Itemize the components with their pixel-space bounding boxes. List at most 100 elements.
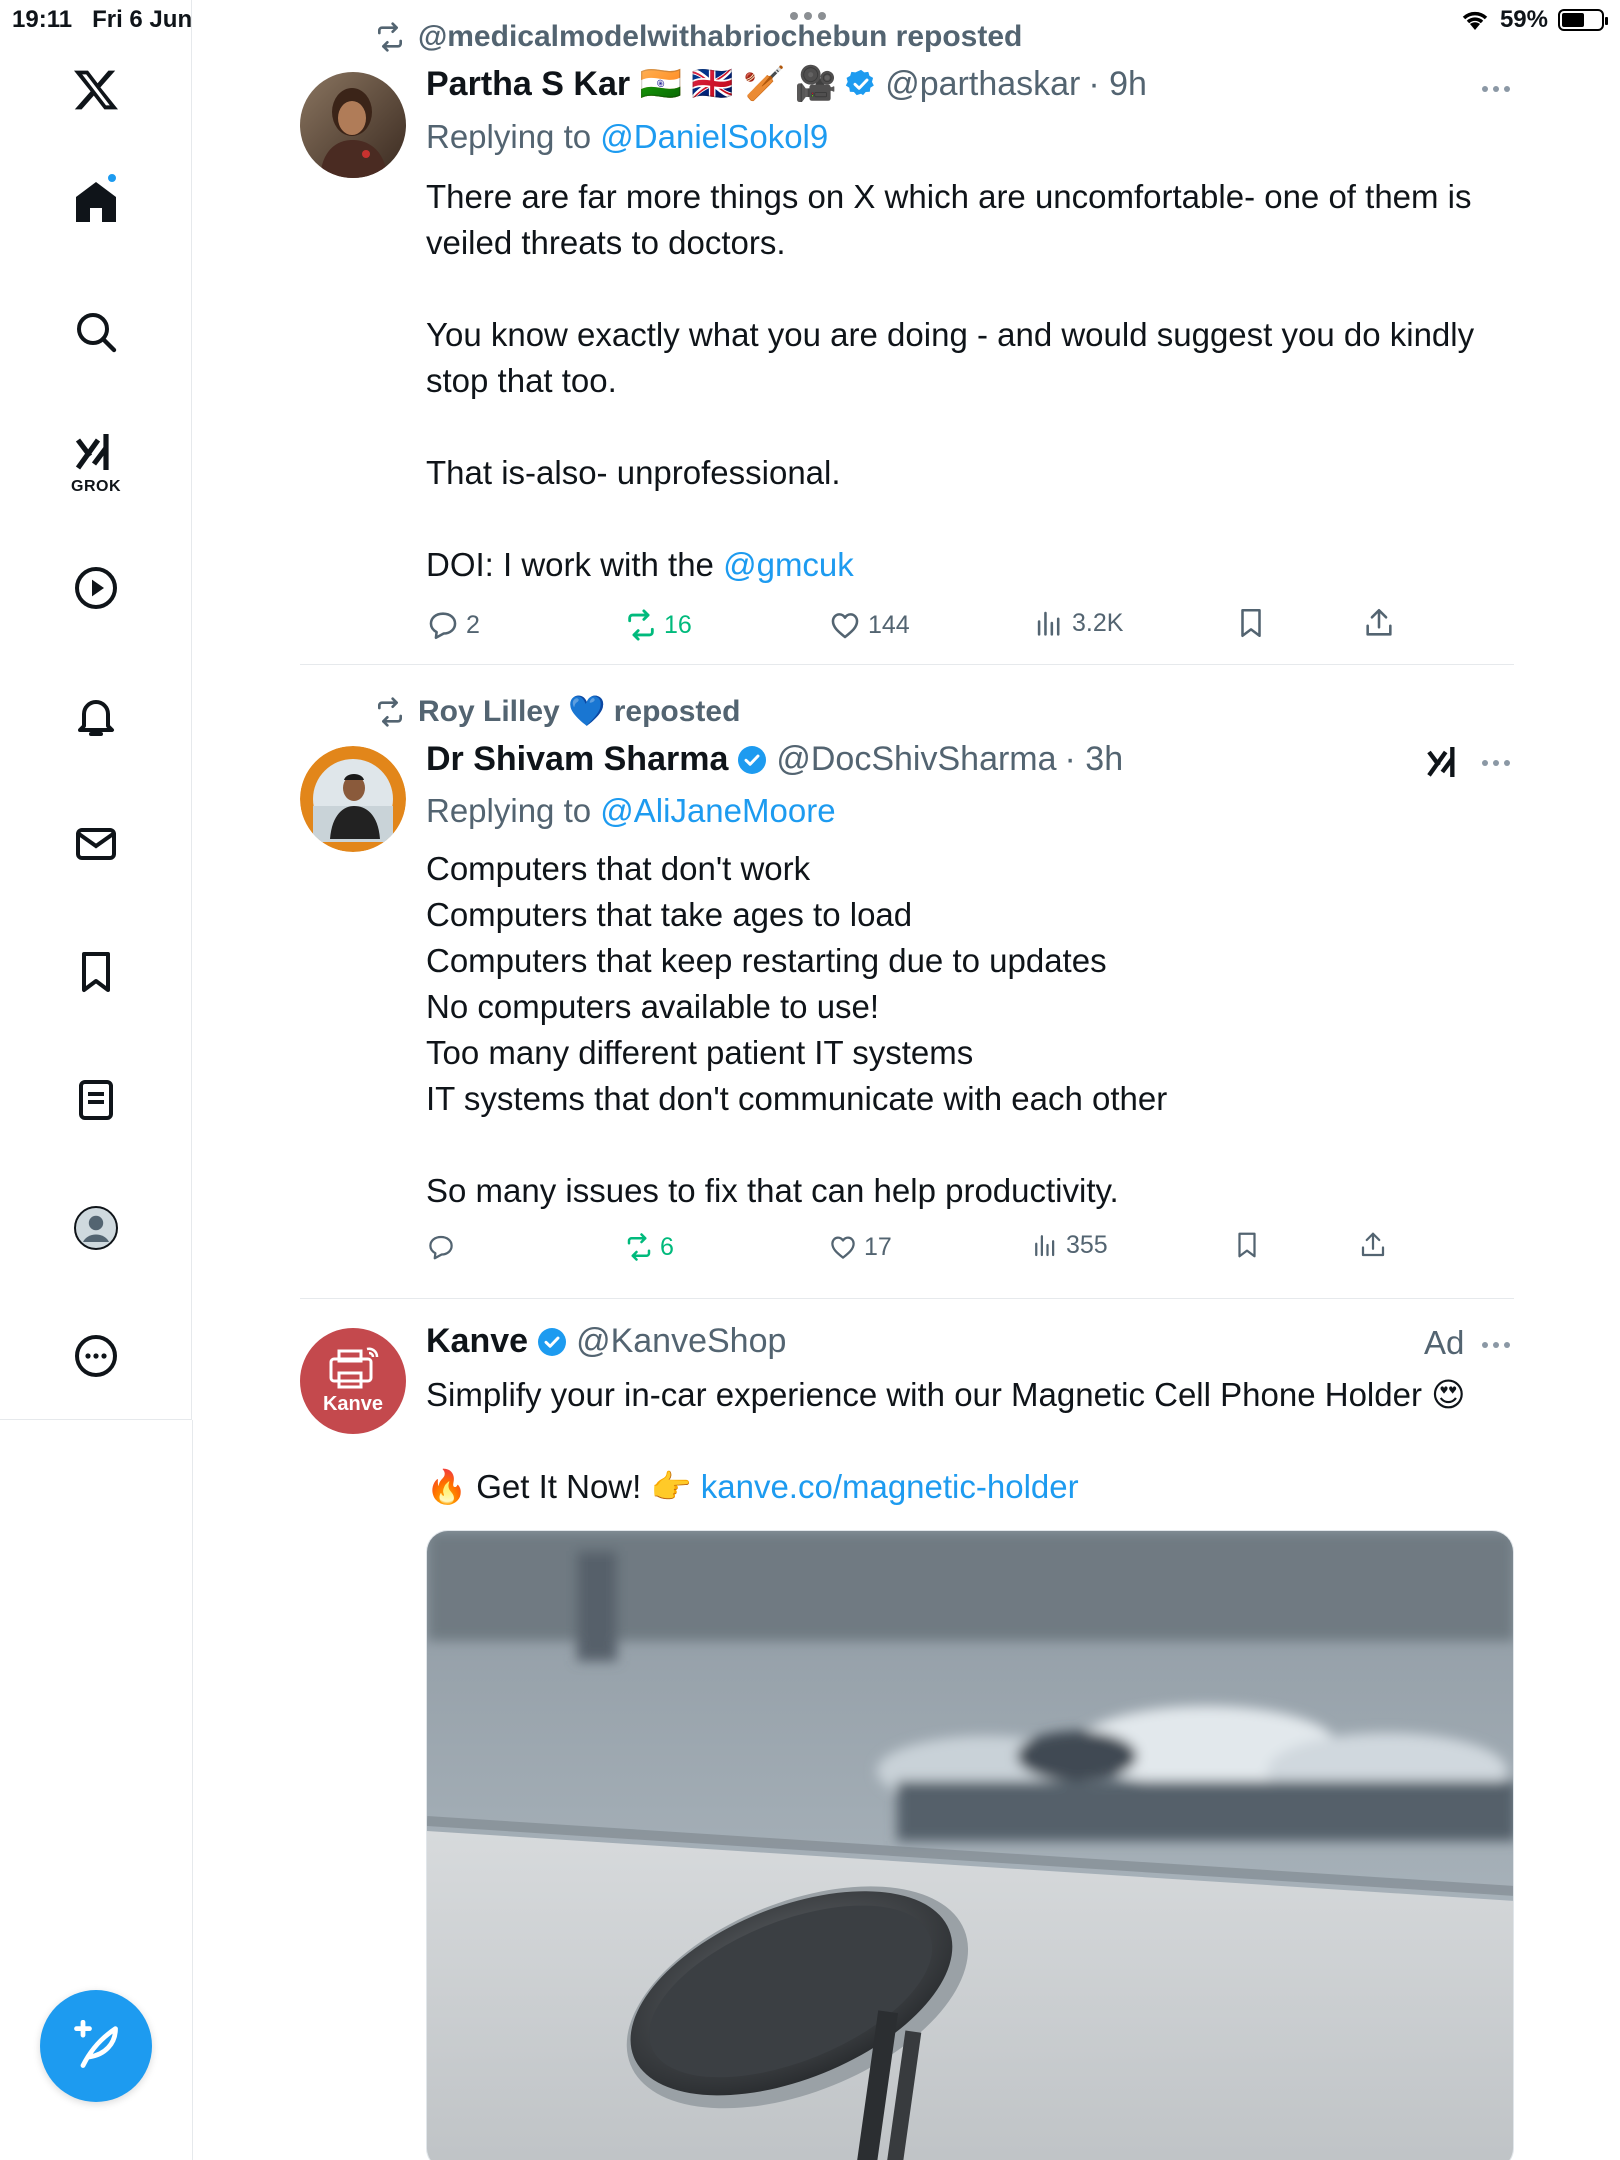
status-right: 59% [1460, 6, 1608, 34]
repost-by[interactable]: Roy Lilley 💙 reposted [418, 694, 740, 729]
compose-icon [74, 2020, 118, 2068]
reply-target-link[interactable]: @AliJaneMoore [600, 792, 835, 829]
sidebar-item-videos[interactable] [56, 548, 136, 628]
x-logo-icon[interactable] [56, 50, 136, 130]
avatar[interactable] [300, 746, 406, 852]
ad-label: Ad [1424, 1324, 1465, 1361]
heart-icon [831, 613, 859, 639]
search-icon [77, 313, 117, 353]
more-options-icon[interactable] [1482, 86, 1510, 92]
reply-icon [429, 1235, 453, 1260]
compose-button[interactable] [40, 1990, 152, 2102]
like-button[interactable]: 144 [828, 608, 910, 642]
wifi-icon [1462, 11, 1488, 30]
views-icon [1035, 1235, 1055, 1257]
bookmark-icon [1241, 608, 1261, 638]
reply-target-link[interactable]: @DanielSokol9 [600, 118, 828, 155]
repost-indicator: @medicalmodelwithabriochebun reposted [374, 20, 1022, 54]
printer-logo-icon [329, 1347, 379, 1388]
repost-icon [378, 22, 402, 52]
repost-button[interactable]: 16 [624, 608, 692, 642]
share-icon [1361, 1232, 1385, 1257]
replying-to: Replying to @AliJaneMoore [426, 792, 836, 830]
verified-badge-icon [736, 744, 768, 776]
timestamp[interactable]: · 3h [1065, 740, 1124, 779]
tweet-text: There are far more things on X which are… [426, 174, 1516, 588]
tweet-text: Computers that don't work Computers that… [426, 850, 1168, 1209]
tweet-header: Dr Shivam Sharma @DocShivSharma · 3h [426, 740, 1123, 779]
tweet-body-prefix: 🔥 Get It Now! 👉 [426, 1468, 701, 1505]
ad-video[interactable] [426, 1530, 1514, 2160]
display-name[interactable]: Partha S Kar 🇮🇳 🇬🇧 🏏 🎥 [426, 64, 837, 104]
bookmark-icon [82, 952, 110, 992]
more-options-icon[interactable] [1482, 760, 1510, 766]
share-icon [1366, 608, 1392, 636]
battery-icon [1558, 9, 1608, 31]
repost-count: 16 [664, 610, 692, 639]
sidebar-item-more[interactable] [56, 1316, 136, 1396]
like-count: 17 [864, 1232, 892, 1261]
tweet-divider [300, 1298, 1514, 1299]
home-icon [76, 182, 116, 222]
bookmark-icon [1238, 1232, 1256, 1258]
sidebar: GROK [0, 0, 192, 1420]
grok-icon[interactable] [1424, 742, 1464, 782]
like-count: 144 [868, 610, 910, 639]
reply-button[interactable]: 2 [426, 608, 480, 642]
sidebar-item-notifications[interactable] [56, 676, 136, 756]
repost-indicator: Roy Lilley 💙 reposted [374, 694, 740, 729]
avatar[interactable]: Kanve [300, 1328, 406, 1434]
avatar[interactable] [300, 72, 406, 178]
views-icon [1037, 611, 1060, 636]
play-icon [75, 567, 117, 609]
bookmark-button[interactable] [1232, 1230, 1262, 1260]
repost-by[interactable]: @medicalmodelwithabriochebun reposted [418, 20, 1022, 54]
repost-icon [378, 696, 402, 727]
ad-link[interactable]: kanve.co/magnetic-holder [701, 1468, 1079, 1505]
tweet-header: Partha S Kar 🇮🇳 🇬🇧 🏏 🎥 @parthaskar · 9h [426, 64, 1147, 104]
sidebar-item-messages[interactable] [56, 804, 136, 884]
view-count: 3.2K [1072, 608, 1124, 637]
repost-count: 6 [660, 1232, 674, 1261]
sidebar-border [192, 1420, 193, 2160]
mention-link[interactable]: @gmcuk [723, 546, 854, 583]
handle[interactable]: @DocShivSharma [776, 740, 1056, 779]
tweet-header: Kanve @KanveShop [426, 1322, 786, 1361]
more-options-icon[interactable] [1482, 1342, 1510, 1348]
handle[interactable]: @parthaskar [885, 65, 1080, 104]
timestamp[interactable]: · 9h [1088, 65, 1147, 104]
display-name[interactable]: Dr Shivam Sharma [426, 740, 728, 779]
views-button[interactable]: 3.2K [1032, 606, 1123, 640]
sidebar-item-home[interactable] [56, 162, 136, 242]
grok-icon [75, 434, 109, 470]
sidebar-item-bookmarks[interactable] [56, 932, 136, 1012]
video-frame [427, 1531, 1513, 2160]
multitasking-dots-icon[interactable] [790, 12, 826, 20]
verified-badge-icon [845, 68, 877, 100]
list-icon [79, 1080, 113, 1120]
sidebar-item-profile[interactable] [56, 1188, 136, 1268]
repost-icon [627, 1233, 651, 1261]
share-button[interactable] [1358, 1230, 1388, 1260]
handle[interactable]: @KanveShop [576, 1322, 786, 1361]
profile-icon [74, 1206, 118, 1250]
views-button[interactable]: 355 [1030, 1230, 1108, 1260]
bell-icon [78, 700, 114, 736]
sidebar-item-explore[interactable] [56, 292, 136, 372]
display-name[interactable]: Kanve [426, 1322, 528, 1361]
reply-button[interactable] [426, 1232, 462, 1262]
repost-button[interactable]: 6 [624, 1232, 674, 1262]
bookmark-button[interactable] [1234, 606, 1268, 640]
sidebar-item-lists[interactable] [56, 1060, 136, 1140]
like-button[interactable]: 17 [828, 1232, 892, 1262]
replying-prefix: Replying to [426, 118, 592, 155]
replying-prefix: Replying to [426, 792, 592, 829]
tweet-text: Simplify your in-car experience with our… [426, 1372, 1526, 1510]
repost-icon [628, 609, 654, 641]
battery-percent: 59% [1499, 6, 1548, 33]
share-button[interactable] [1362, 606, 1396, 640]
more-icon [75, 1335, 117, 1377]
tweet-body: Simplify your in-car experience with our… [426, 1376, 1466, 1413]
grok-label: GROK [71, 478, 121, 495]
tweet-divider [300, 664, 1514, 665]
